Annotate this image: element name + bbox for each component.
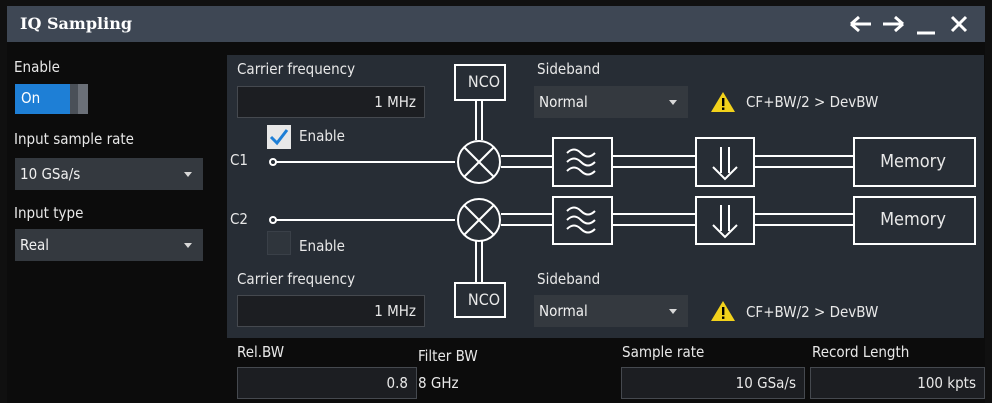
input-sample-rate-label: Input sample rate	[14, 130, 134, 148]
memory-block-1: Memory	[880, 151, 946, 172]
iq-sampling-dialog: IQ Sampling Enable On Input sample rate …	[7, 6, 985, 403]
ch2-sideband-dropdown[interactable]: Normal	[534, 295, 688, 327]
mixer-icon	[457, 198, 501, 242]
memory-block-2: Memory	[880, 209, 946, 230]
lowpass-filter-icon	[552, 196, 613, 245]
filter-bw-label: Filter BW	[418, 347, 478, 365]
chevron-down-icon	[669, 309, 677, 314]
input-type-dropdown[interactable]: Real	[15, 229, 203, 261]
warning-icon	[710, 299, 736, 327]
ch2-carrier-frequency-label: Carrier frequency	[237, 270, 356, 288]
ch1-carrier-frequency-field[interactable]: 1 MHz	[237, 86, 425, 118]
title-bar: IQ Sampling	[7, 6, 985, 42]
sample-rate-field[interactable]: 10 GSa/s	[621, 367, 805, 399]
decimation-arrow-icon	[695, 137, 755, 187]
enable-toggle[interactable]: On	[15, 84, 88, 114]
filter-bw-value: 8 GHz	[418, 374, 459, 392]
decimation-arrow-icon	[695, 196, 755, 245]
arrow-right-icon[interactable]	[879, 8, 907, 40]
dialog-title: IQ Sampling	[20, 14, 133, 33]
minimize-icon[interactable]	[912, 8, 940, 40]
rel-bw-field[interactable]: 0.8	[237, 367, 417, 399]
ch1-sideband-dropdown[interactable]: Normal	[534, 86, 688, 118]
ch1-carrier-frequency-label: Carrier frequency	[237, 60, 356, 78]
rel-bw-label: Rel.BW	[237, 343, 285, 361]
channel-c1-label: C1	[230, 151, 249, 169]
enable-label: Enable	[14, 58, 60, 76]
lowpass-filter-icon	[552, 137, 613, 187]
ch1-warning-text: CF+BW/2 > DevBW	[746, 93, 879, 111]
input-sample-rate-dropdown[interactable]: 10 GSa/s	[15, 158, 203, 190]
channel-c2-label: C2	[230, 210, 249, 228]
ch2-carrier-frequency-field[interactable]: 1 MHz	[237, 295, 425, 327]
chevron-down-icon	[184, 172, 192, 177]
record-length-field[interactable]: 100 kpts	[810, 367, 985, 399]
sample-rate-label: Sample rate	[622, 343, 705, 361]
input-type-value: Real	[20, 236, 50, 254]
ch1-enable-checkbox[interactable]	[267, 125, 291, 149]
nco-label-top: NCO	[467, 72, 501, 91]
ch1-enable-label: Enable	[299, 127, 345, 145]
ch1-sideband-value: Normal	[539, 93, 588, 111]
chevron-down-icon	[184, 243, 192, 248]
arrow-left-icon[interactable]	[847, 8, 875, 40]
nco-label-bottom: NCO	[467, 290, 501, 309]
ch2-enable-label: Enable	[299, 237, 345, 255]
ch2-sideband-label: Sideband	[537, 270, 601, 288]
record-length-label: Record Length	[812, 343, 910, 361]
ch2-warning-text: CF+BW/2 > DevBW	[746, 303, 879, 321]
ch1-sideband-label: Sideband	[537, 60, 601, 78]
warning-icon	[710, 90, 736, 118]
toggle-state: On	[21, 89, 41, 107]
input-sample-rate-value: 10 GSa/s	[20, 165, 81, 183]
close-icon[interactable]	[945, 8, 973, 40]
chevron-down-icon	[669, 100, 677, 105]
ch2-sideband-value: Normal	[539, 302, 588, 320]
input-type-label: Input type	[14, 204, 84, 222]
mixer-icon	[457, 140, 501, 184]
ch2-enable-checkbox[interactable]	[267, 231, 291, 255]
